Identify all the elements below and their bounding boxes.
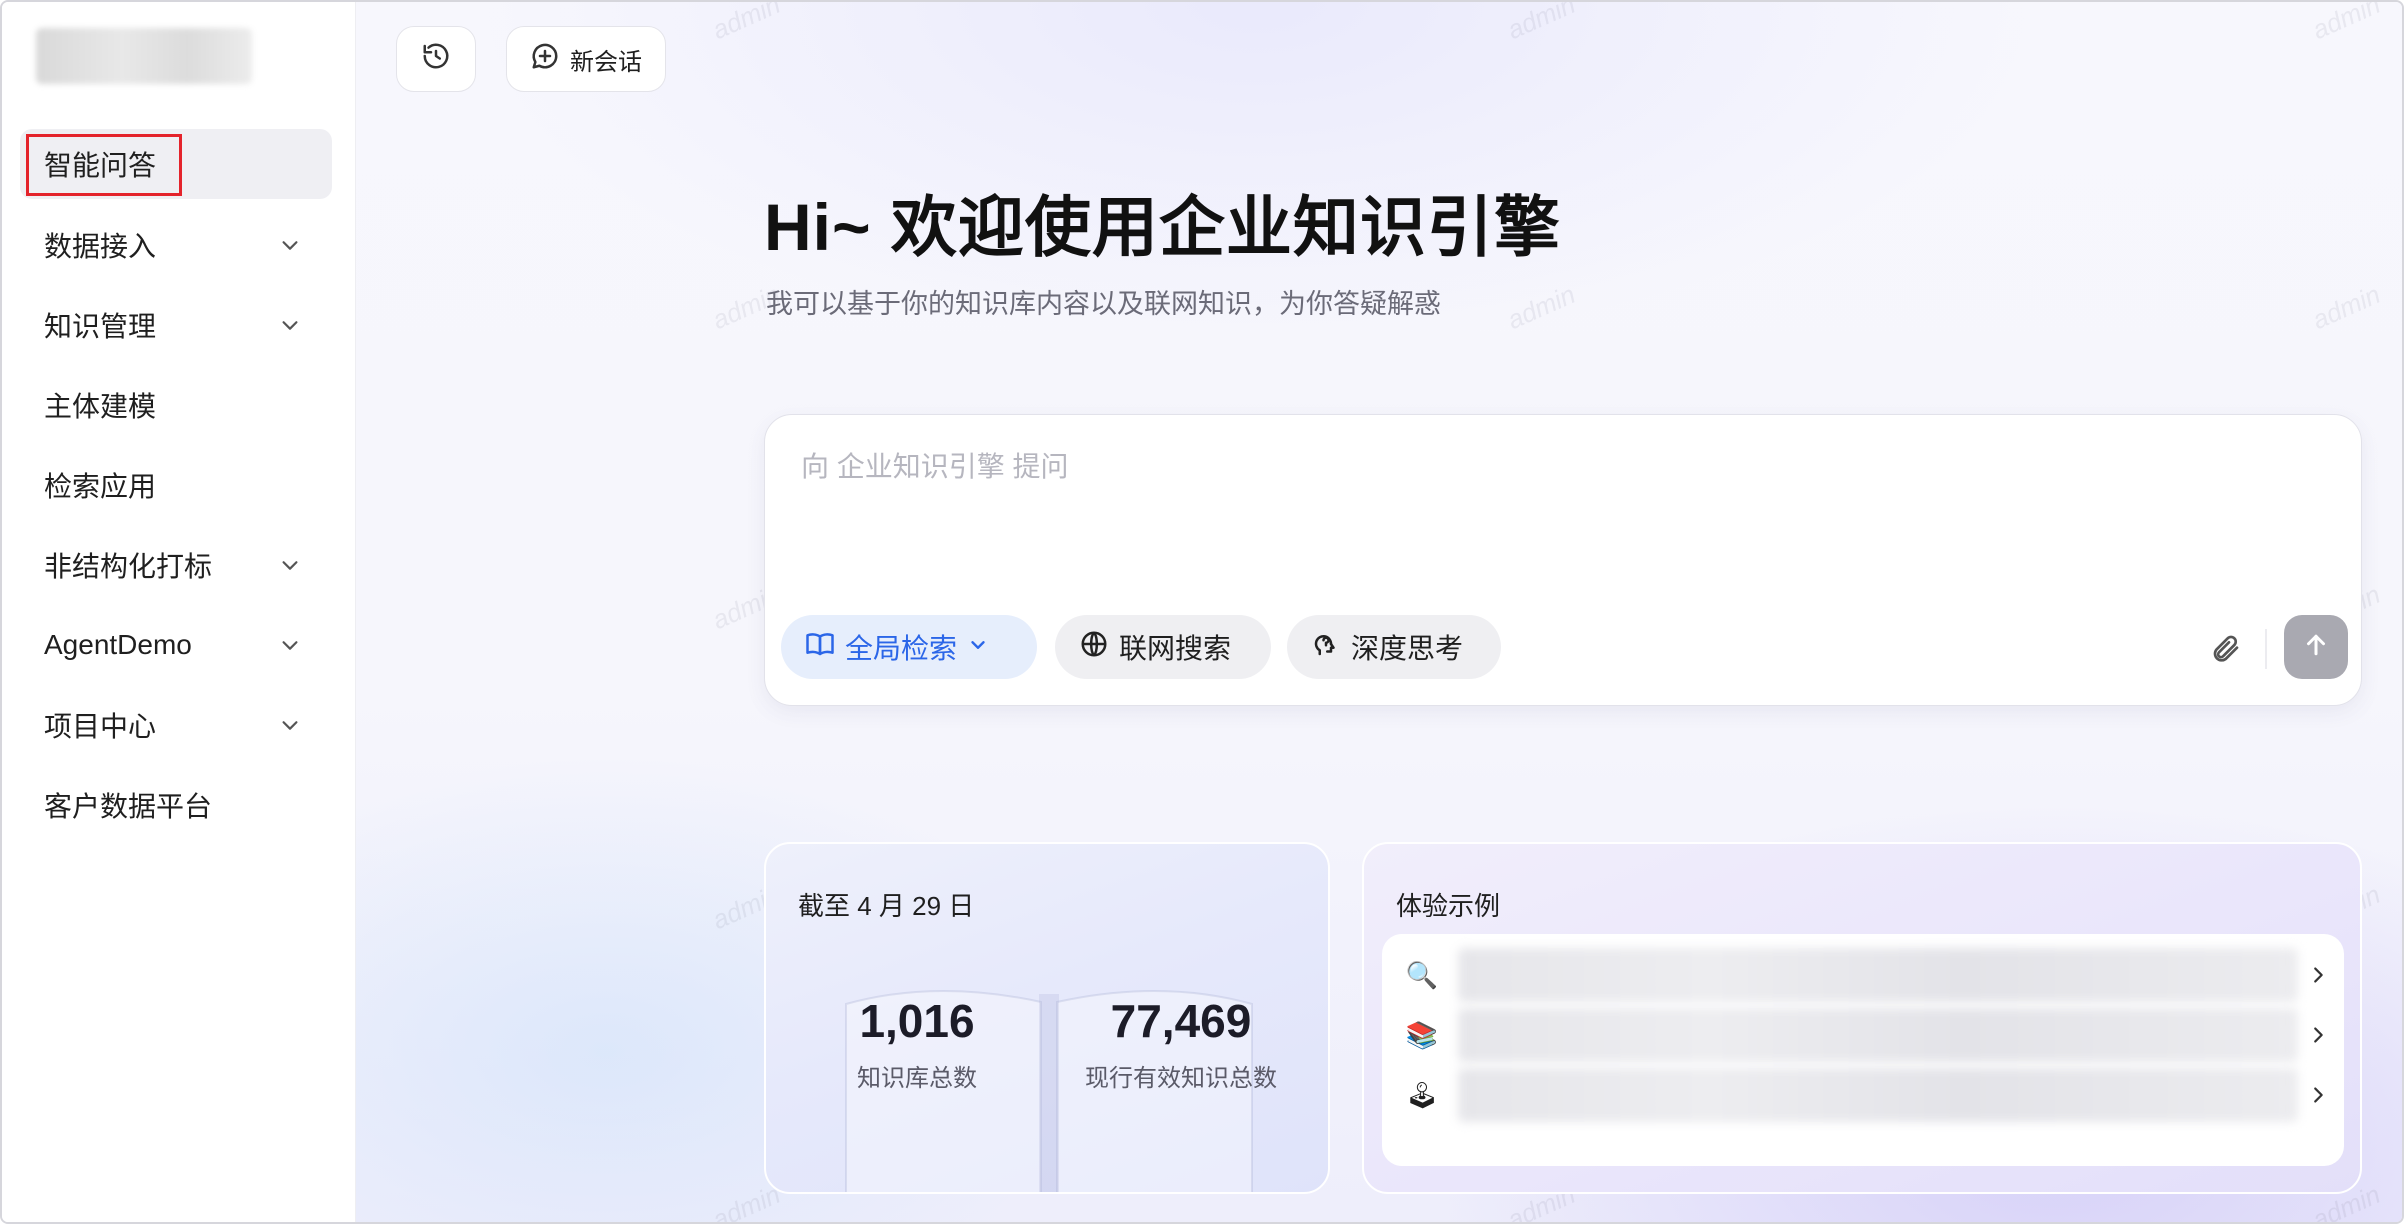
examples-card: 体验示例 🔍 📚 🕹: [1362, 842, 2362, 1194]
sidebar-item-label: 非结构化打标: [44, 551, 213, 582]
sidebar-item-label: 客户数据平台: [44, 791, 213, 822]
deep-think-toggle[interactable]: 深度思考: [1287, 615, 1501, 679]
sidebar-item-search-app[interactable]: 检索应用: [20, 450, 332, 520]
chevron-down-icon: [967, 631, 989, 663]
sidebar-item-label: AgentDemo: [44, 629, 192, 660]
arrow-up-icon: [2301, 630, 2331, 665]
watermark: admin: [1502, 2, 1580, 46]
chevron-right-icon: [2302, 1084, 2334, 1106]
question-input[interactable]: [801, 445, 2201, 565]
sidebar-item-label: 检索应用: [44, 471, 157, 502]
history-icon: [421, 41, 451, 78]
book-open-icon: [805, 629, 835, 666]
brain-icon: [1311, 629, 1341, 666]
chevron-down-icon: [270, 305, 310, 345]
chevron-down-icon: [270, 545, 310, 585]
question-composer: 全局检索 联网搜索 深度思考: [764, 414, 2362, 706]
chevron-down-icon: [270, 225, 310, 265]
sidebar-item-knowledge-mgmt[interactable]: 知识管理: [20, 290, 332, 360]
knowledge-total-label: 现行有效知识总数: [1085, 1065, 1277, 1092]
send-button[interactable]: [2284, 615, 2348, 679]
knowledge-total-stat: 77,469 现行有效知识总数: [1066, 994, 1296, 1093]
kb-total-value: 1,016: [859, 995, 975, 1047]
example-item[interactable]: 📚: [1382, 1006, 2344, 1064]
sidebar: 智能问答 数据接入 知识管理 主体建模 检索应用 非结构化打标 AgentDem…: [2, 2, 356, 1222]
sidebar-item-agentdemo[interactable]: AgentDemo: [20, 610, 332, 680]
books-icon: 📚: [1405, 1019, 1439, 1050]
web-search-label: 联网搜索: [1119, 633, 1232, 664]
example-text-redacted: [1458, 1068, 2298, 1122]
examples-title: 体验示例: [1396, 891, 1501, 921]
watermark: admin: [707, 2, 785, 46]
chat-plus-icon: [530, 41, 560, 78]
magnifier-icon: 🔍: [1405, 959, 1439, 990]
example-item[interactable]: 🕹: [1382, 1066, 2344, 1124]
joystick-icon: 🕹: [1405, 1079, 1439, 1110]
web-search-toggle[interactable]: 联网搜索: [1055, 615, 1271, 679]
page-subtitle: 我可以基于你的知识库内容以及联网知识，为你答疑解惑: [766, 289, 1441, 319]
example-text-redacted: [1458, 948, 2298, 1002]
kb-total-stat: 1,016 知识库总数: [822, 994, 1012, 1093]
history-button[interactable]: [396, 26, 476, 92]
chevron-down-icon: [270, 705, 310, 745]
app-window: 智能问答 数据接入 知识管理 主体建模 检索应用 非结构化打标 AgentDem…: [0, 0, 2404, 1224]
new-chat-button[interactable]: 新会话: [506, 26, 666, 92]
watermark: admin: [1502, 278, 1580, 336]
knowledge-total-value: 77,469: [1110, 995, 1252, 1047]
stats-date: 截至 4 月 29 日: [798, 891, 975, 921]
example-text-redacted: [1458, 1008, 2298, 1062]
watermark: admin: [2307, 278, 2385, 336]
global-search-label: 全局检索: [845, 633, 958, 664]
sidebar-item-entity-modeling[interactable]: 主体建模: [20, 370, 332, 440]
sidebar-item-label: 数据接入: [44, 231, 157, 262]
kb-total-label: 知识库总数: [857, 1065, 977, 1092]
sidebar-item-data-ingest[interactable]: 数据接入: [20, 210, 332, 280]
sidebar-item-qa[interactable]: 智能问答: [20, 129, 332, 199]
divider: [2265, 629, 2267, 669]
brand-logo: [36, 28, 252, 84]
sidebar-item-cdp[interactable]: 客户数据平台: [20, 770, 332, 840]
example-item[interactable]: 🔍: [1382, 946, 2344, 1004]
examples-list: 🔍 📚 🕹: [1382, 934, 2344, 1166]
sidebar-item-label: 智能问答: [44, 150, 157, 181]
new-chat-label: 新会话: [570, 48, 642, 76]
deep-think-label: 深度思考: [1351, 633, 1464, 664]
chevron-right-icon: [2302, 964, 2334, 986]
main-content: admin admin admin admin admin admin admi…: [356, 2, 2402, 1222]
watermark: admin: [2307, 2, 2385, 46]
globe-icon: [1079, 629, 1109, 666]
sidebar-item-project-center[interactable]: 项目中心: [20, 690, 332, 760]
chevron-down-icon: [270, 625, 310, 665]
chevron-right-icon: [2302, 1024, 2334, 1046]
sidebar-item-label: 知识管理: [44, 311, 157, 342]
page-title: Hi~ 欢迎使用企业知识引擎: [764, 190, 1561, 264]
sidebar-item-label: 主体建模: [44, 391, 157, 422]
global-search-dropdown[interactable]: 全局检索: [781, 615, 1037, 679]
sidebar-item-label: 项目中心: [44, 711, 157, 742]
stats-card: 截至 4 月 29 日 1,016 知识库总数 77,469 现行有效知识总数: [764, 842, 1330, 1194]
paperclip-icon[interactable]: [2205, 629, 2245, 669]
sidebar-item-unstructured-tagging[interactable]: 非结构化打标: [20, 530, 332, 600]
